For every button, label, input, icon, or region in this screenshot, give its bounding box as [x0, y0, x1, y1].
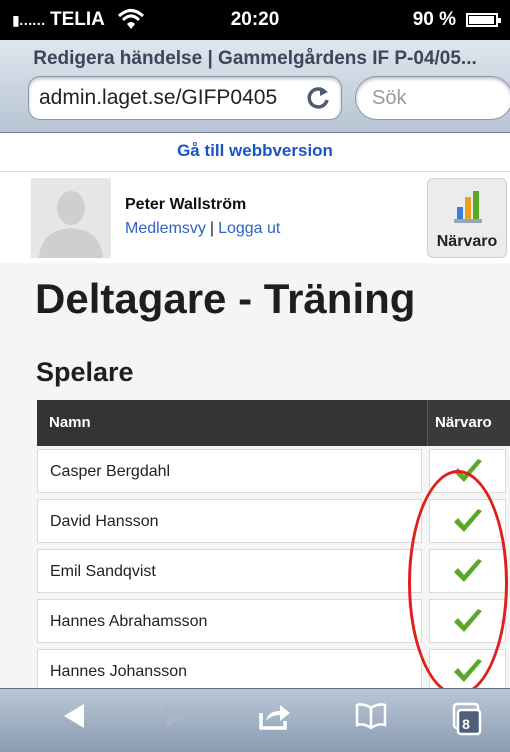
player-name-cell: Casper Bergdahl: [37, 449, 422, 493]
player-name-cell: Emil Sandqvist: [37, 549, 422, 593]
share-icon: [259, 705, 290, 730]
player-name: Hannes Abrahamsson: [50, 613, 208, 630]
attendance-cell[interactable]: [429, 449, 506, 493]
column-header-attendance: Närvaro: [435, 414, 492, 431]
user-panel: Peter Wallström Medlemsvy | Logga ut Närva…: [0, 172, 510, 262]
search-field[interactable]: [355, 76, 510, 120]
share-button[interactable]: [252, 701, 298, 741]
reload-icon[interactable]: [305, 84, 331, 112]
player-name-cell: Hannes Johansson: [37, 649, 422, 688]
player-name-cell: David Hansson: [37, 499, 422, 543]
column-header-name: Namn: [49, 414, 91, 431]
link-separator: |: [209, 220, 215, 237]
bar-chart-icon: [454, 191, 482, 223]
battery-icon: [466, 13, 501, 27]
forward-button[interactable]: [152, 701, 198, 741]
user-name: Peter Wallström: [125, 196, 247, 213]
checkmark-icon[interactable]: [452, 558, 484, 584]
avatar-placeholder-icon: [39, 191, 103, 258]
player-name-cell: Hannes Abrahamsson: [37, 599, 422, 643]
checkmark-icon[interactable]: [452, 608, 484, 634]
browser-page-title: Redigera händelse | Gammelgårdens IF P-0…: [33, 48, 477, 69]
checkmark-icon[interactable]: [452, 658, 484, 684]
status-bar: ▮…… TELIA 20:20 90 %: [0, 0, 510, 40]
player-name: Casper Bergdahl: [50, 463, 171, 480]
table-row[interactable]: Casper Bergdahl: [37, 449, 510, 495]
table-row[interactable]: Hannes Abrahamsson: [37, 599, 510, 645]
main-content: Deltagare - Träning Spelare Namn Närvaro…: [0, 263, 510, 688]
forward-arrow-icon: [166, 704, 186, 728]
table-row[interactable]: Hannes Johansson: [37, 649, 510, 688]
web-version-bar: Gå till webbversion: [0, 133, 510, 172]
search-input[interactable]: [370, 86, 504, 111]
user-links: Medlemsvy | Logga ut: [125, 220, 280, 238]
bookmarks-icon: [355, 703, 387, 730]
avatar: [31, 178, 111, 258]
bookmarks-button[interactable]: [348, 701, 394, 741]
table-row[interactable]: Emil Sandqvist: [37, 549, 510, 595]
member-view-link[interactable]: Medlemsvy: [125, 220, 206, 237]
player-name: Emil Sandqvist: [50, 563, 156, 580]
attendance-button[interactable]: Närvaro: [427, 178, 507, 258]
tabs-count: 8: [462, 716, 470, 732]
browser-toolbar: 8: [0, 688, 510, 752]
attendance-cell[interactable]: [429, 499, 506, 543]
battery-percentage: 90 %: [412, 9, 456, 30]
page-title: Deltagare - Träning: [35, 275, 416, 322]
back-arrow-icon: [64, 704, 84, 728]
browser-header: Redigera händelse | Gammelgårdens IF P-0…: [0, 40, 510, 133]
back-button[interactable]: [52, 701, 98, 741]
logout-link[interactable]: Logga ut: [218, 220, 280, 237]
checkmark-icon[interactable]: [452, 508, 484, 534]
attendance-cell[interactable]: [429, 599, 506, 643]
table-row[interactable]: David Hansson: [37, 499, 510, 545]
attendance-button-label: Närvaro: [436, 233, 498, 250]
attendance-cell[interactable]: [429, 549, 506, 593]
url-text[interactable]: admin.laget.se/GIFP0405: [39, 86, 301, 110]
attendance-cell[interactable]: [429, 649, 506, 688]
address-bar[interactable]: admin.laget.se/GIFP0405: [28, 76, 342, 120]
player-name: Hannes Johansson: [50, 663, 187, 680]
checkmark-icon[interactable]: [452, 458, 484, 484]
web-version-link[interactable]: Gå till webbversion: [0, 133, 510, 161]
player-name: David Hansson: [50, 513, 159, 530]
section-title: Spelare: [36, 357, 134, 387]
table-header: Namn Närvaro: [37, 400, 510, 446]
